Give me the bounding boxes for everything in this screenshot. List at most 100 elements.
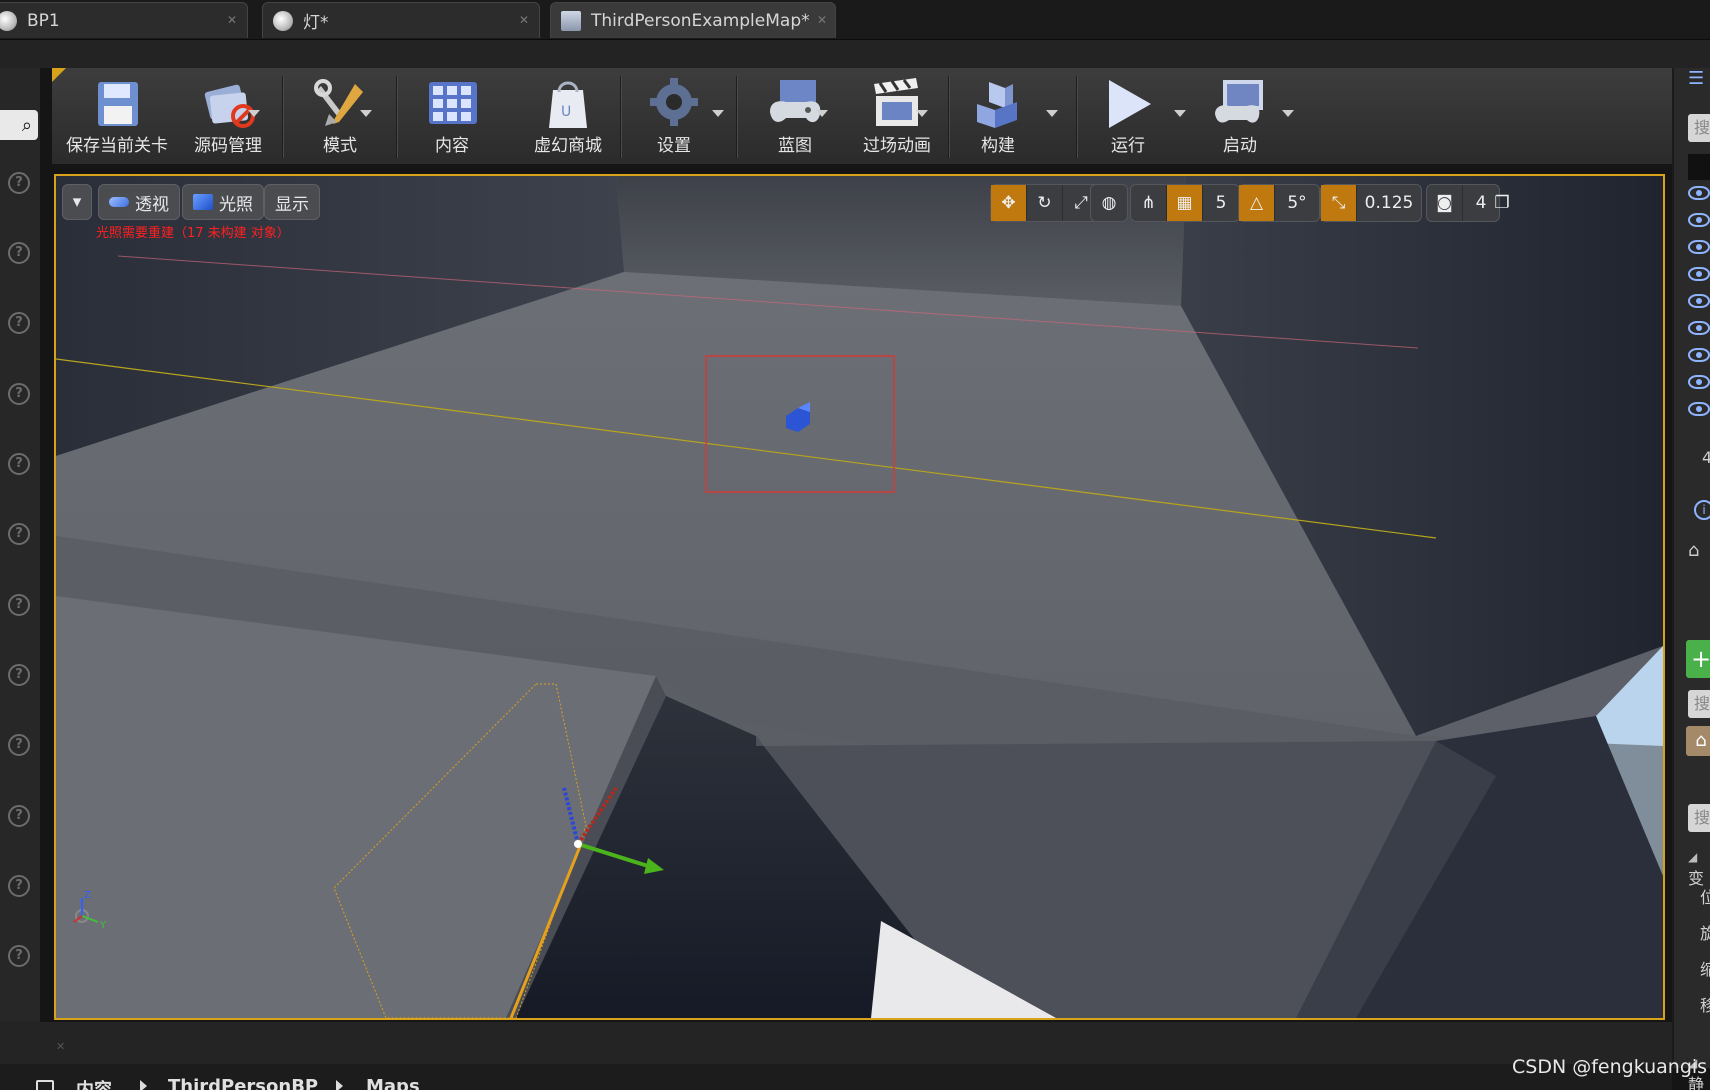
add-component-button[interactable]: + (1686, 640, 1710, 678)
close-icon[interactable]: ✕ (817, 13, 827, 27)
tab-light[interactable]: 灯* ✕ (262, 2, 540, 38)
sphere-icon (0, 10, 17, 31)
help-icon[interactable]: ? (8, 172, 30, 194)
scene-render: Z Y (56, 176, 1663, 1018)
modes-button[interactable]: 模式 (292, 74, 388, 162)
help-icon[interactable]: ? (8, 242, 30, 264)
breadcrumb-thirdpersonbp[interactable]: ThirdPersonBP (168, 1076, 318, 1090)
rotation-snap-value[interactable]: 5° (1275, 185, 1319, 221)
property-search-input[interactable]: 搜 (1688, 804, 1710, 832)
help-icon[interactable]: ? (8, 805, 30, 827)
help-icon[interactable]: ? (8, 523, 30, 545)
perspective-button[interactable]: 透视 (98, 184, 180, 220)
svg-text:U: U (561, 104, 571, 120)
save-label: 保存当前关卡 (66, 136, 168, 156)
map-icon (561, 10, 581, 31)
chevron-down-icon[interactable] (360, 110, 372, 117)
toolbar-separator (1076, 76, 1078, 158)
world-local-toggle[interactable]: ◍ (1090, 184, 1128, 222)
chevron-down-icon[interactable] (248, 110, 260, 117)
visibility-eye-icon[interactable] (1688, 240, 1710, 254)
tab-bp1[interactable]: BP1 ✕ (0, 2, 248, 38)
close-icon[interactable]: ✕ (227, 13, 237, 27)
rotation-label: 旋 (1700, 924, 1710, 943)
help-icon[interactable]: ? (8, 453, 30, 475)
cube-icon (193, 194, 213, 210)
visibility-eye-icon[interactable] (1688, 375, 1710, 389)
list-icon[interactable]: ☰ (1688, 68, 1710, 90)
breadcrumb-content[interactable]: 内容 (76, 1076, 112, 1090)
help-icon[interactable]: ? (8, 312, 30, 334)
help-icon[interactable]: ? (8, 594, 30, 616)
visibility-eye-icon[interactable] (1688, 348, 1710, 362)
chevron-down-icon[interactable] (1046, 110, 1058, 117)
cinematics-button[interactable]: 过场动画 (842, 74, 952, 162)
blueprint-home-icon[interactable]: ⌂ (1686, 726, 1710, 756)
visibility-eye-icon[interactable] (1688, 213, 1710, 227)
scale-snap-icon[interactable]: ⤡ (1321, 185, 1357, 221)
home-icon[interactable]: ⌂ (1688, 540, 1699, 561)
mobility-label: 移 (1700, 996, 1710, 1015)
transform-section[interactable]: ◢变 (1688, 846, 1710, 889)
visibility-eye-icon[interactable] (1688, 402, 1710, 416)
visibility-eye-icon[interactable] (1688, 267, 1710, 281)
build-button[interactable]: 构建 (962, 74, 1034, 162)
settings-label: 设置 (657, 136, 691, 156)
help-icon[interactable]: ? (8, 945, 30, 967)
help-icon[interactable]: ? (8, 383, 30, 405)
viewport-options-button[interactable]: ▾ (62, 184, 92, 220)
show-button[interactable]: 显示 (264, 184, 320, 220)
details-search-input[interactable]: 搜 (1688, 690, 1710, 718)
help-icon[interactable]: ? (8, 664, 30, 686)
cinematics-label: 过场动画 (863, 136, 931, 156)
visibility-eye-icon[interactable] (1688, 294, 1710, 308)
blueprints-button[interactable]: 蓝图 (750, 74, 840, 162)
close-icon[interactable]: ✕ (519, 13, 529, 27)
launch-button[interactable]: 启动 (1200, 74, 1280, 162)
chevron-down-icon[interactable] (712, 110, 724, 117)
source-control-button[interactable]: 源码管理 (176, 74, 280, 162)
scale-snap-value[interactable]: 0.125 (1357, 185, 1421, 221)
chevron-down-icon[interactable] (1174, 110, 1186, 117)
play-button[interactable]: 运行 (1092, 74, 1164, 162)
translate-icon[interactable]: ✥ (991, 185, 1027, 221)
camera-icon: ◙ (1427, 185, 1463, 221)
watermark: CSDN @fengkuangis (1512, 1056, 1708, 1078)
visibility-eye-icon[interactable] (1688, 186, 1710, 200)
editor-tab-bar: BP1 ✕ 灯* ✕ ThirdPersonExampleMap* ✕ (0, 0, 1710, 40)
left-panel: ⌕ (0, 68, 40, 1058)
perspective-label: 透视 (135, 194, 169, 215)
breadcrumb-maps[interactable]: Maps (366, 1076, 420, 1090)
camera-speed-group[interactable]: ◙ 4 (1426, 184, 1500, 222)
save-level-button[interactable]: 保存当前关卡 (62, 74, 172, 162)
shopping-bag-icon: U (549, 81, 587, 128)
help-icon[interactable]: ? (8, 875, 30, 897)
close-icon[interactable]: ✕ (56, 1040, 65, 1053)
settings-button[interactable]: 设置 (634, 74, 714, 162)
content-button[interactable]: 内容 (408, 74, 496, 162)
rotate-icon[interactable]: ↻ (1027, 185, 1063, 221)
visibility-eye-icon[interactable] (1688, 321, 1710, 335)
content-label: 内容 (435, 136, 469, 156)
angle-icon[interactable]: △ (1239, 185, 1275, 221)
launch-label: 启动 (1223, 136, 1257, 156)
rotation-snap-group: △ 5° (1238, 184, 1320, 222)
surface-snap-icon[interactable]: ⋔ (1131, 185, 1167, 221)
grid-snap-value[interactable]: 5 (1203, 185, 1239, 221)
chevron-down-icon[interactable] (1282, 110, 1294, 117)
maximize-viewport-button[interactable]: ❐ (1490, 184, 1518, 222)
search-icon[interactable]: ⌕ (0, 110, 38, 140)
lit-button[interactable]: 光照 (182, 184, 264, 220)
info-icon[interactable]: i (1694, 500, 1710, 520)
grid-icon[interactable]: ▦ (1167, 185, 1203, 221)
chevron-down-icon[interactable] (816, 110, 828, 117)
level-viewport[interactable]: Z Y ▾ 透视 光照 显示 光照需要重建（17 未构建 对象） ✥ ↻ ⤢ ◍… (54, 174, 1665, 1020)
tab-map[interactable]: ThirdPersonExampleMap* ✕ (550, 2, 836, 38)
marketplace-button[interactable]: U 虚幻商城 (528, 74, 608, 162)
outliner-search-input[interactable]: 搜 (1688, 114, 1710, 142)
help-icon[interactable]: ? (8, 734, 30, 756)
gear-icon (650, 78, 698, 126)
chevron-down-icon[interactable] (916, 110, 928, 117)
launch-monitor-icon (1215, 80, 1263, 123)
folder-icon[interactable] (36, 1080, 54, 1090)
